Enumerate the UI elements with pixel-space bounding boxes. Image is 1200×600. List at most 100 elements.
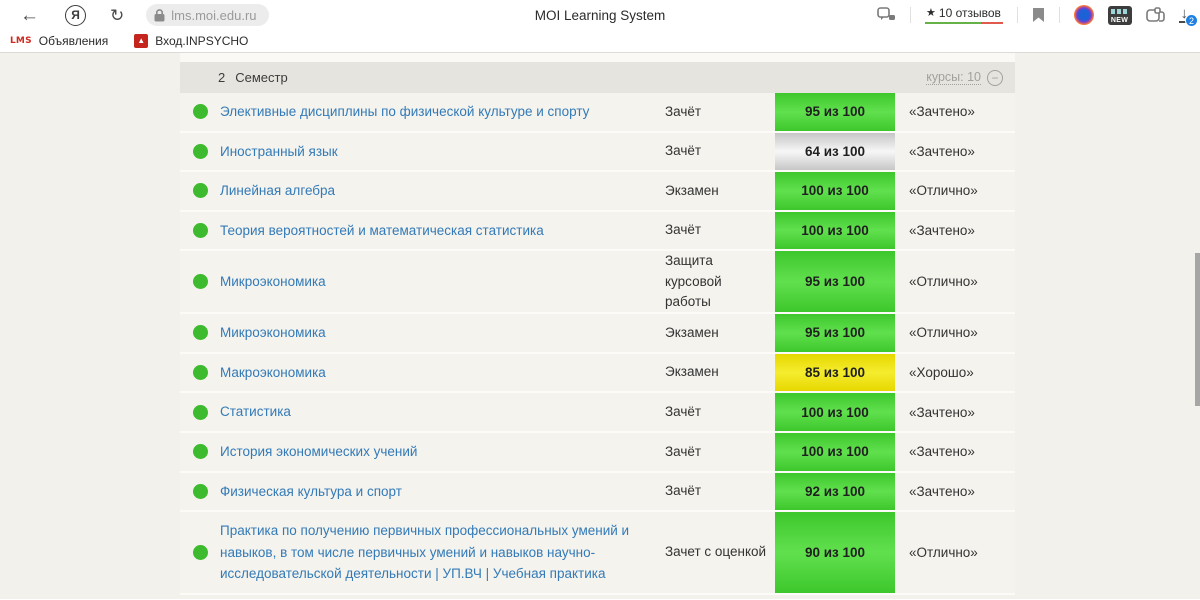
course-link[interactable]: Физическая культура и спорт [220,481,402,503]
score-cell: 100 из 100 [775,393,895,431]
score-value: 100 из 100 [801,223,869,239]
status-dot-icon [192,544,208,560]
address-bar[interactable]: lms.moi.edu.ru [146,4,269,26]
course-link[interactable]: Статистика [220,401,291,423]
semester-2-header: 2 Семестр курсы: 10 − [180,62,1015,93]
bookmark-icon[interactable] [1032,7,1045,23]
semester-number: 2 [218,70,226,85]
assessment-type: Защита курсовой работы [665,253,722,309]
table-row: Элективные дисциплины по физической куль… [180,93,1015,133]
divider [1058,7,1060,23]
assessment-type: Зачёт [665,483,702,499]
score-cell: 95 из 100 [775,93,895,131]
status-dot-icon [192,483,208,499]
score-cell: 64 из 100 [775,132,895,171]
downloads-badge: 2 [1185,14,1198,27]
course-link[interactable]: Макроэкономика [220,362,326,384]
status-dot-icon [192,274,208,290]
page-content: 2 Семестр курсы: 10 − Элективные дисципл… [0,53,1200,599]
star-icon: ★ [926,7,936,20]
lms-favicon: LMS [10,36,32,46]
table-row: Практика по получению первичных професси… [180,512,1015,595]
assessment-type: Зачёт [665,443,702,459]
grade-value: «Отлично» [909,325,978,341]
browser-toolbar: ← Я ↻ lms.moi.edu.ru MOI Learning System… [0,0,1200,30]
table-row: История экономических учений Зачёт 100 из … [180,432,1015,473]
table-row: Макроэкономика Экзамен 85 из 100 «Хорошо» [180,353,1015,394]
bookmark-item-announcements[interactable]: LMS Объявления [10,34,108,48]
course-link[interactable]: Практика по получению первичных професси… [220,520,655,585]
site-rating-icon[interactable] [876,7,896,23]
grade-value: «Зачтено» [909,223,975,239]
back-button[interactable]: ← [20,6,39,25]
score-value: 100 из 100 [801,404,869,420]
score-value: 92 из 100 [804,483,866,499]
course-link[interactable]: Теория вероятностей и математическая ста… [220,220,544,242]
reviews-count: 10 отзывов [938,5,1001,20]
lock-icon [154,8,165,21]
table-row: Физическая культура и спорт Зачёт 92 из 10… [180,472,1015,513]
reload-button[interactable]: ↻ [110,7,124,24]
assessment-type: Экзамен [665,324,719,340]
grade-value: «Зачтено» [909,143,975,159]
collections-icon[interactable] [1145,7,1165,23]
collapse-section-icon[interactable]: − [987,69,1003,86]
score-cell: 85 из 100 [775,353,895,392]
score-value: 100 из 100 [801,444,869,460]
assessment-type: Зачёт [665,222,702,238]
bookmark-item-login[interactable]: ▲ Вход.INPSYCHO [134,34,248,48]
course-link[interactable]: Линейная алгебра [220,180,335,202]
status-dot-icon [192,365,208,381]
grade-value: «Зачтено» [909,404,975,420]
grade-value: «Зачтено» [909,483,975,499]
score-cell: 100 из 100 [775,211,895,250]
grades-panel: 2 Семестр курсы: 10 − Элективные дисципл… [180,53,1015,600]
table-row: Микроэкономика Защита курсовой работы 95 и… [180,251,1015,315]
score-value: 95 из 100 [804,104,866,120]
assessment-type: Экзамен [665,182,719,198]
score-value: 100 из 100 [801,183,869,199]
status-dot-icon [192,183,208,199]
assessment-type: Экзамен [665,364,719,380]
status-dot-icon [192,325,208,341]
assessment-type: Зачёт [665,143,702,159]
grade-value: «Отлично» [909,183,978,199]
course-link[interactable]: Иностранный язык [220,141,338,163]
course-link[interactable]: Микроэкономика [220,271,326,293]
site-reviews[interactable]: ★ 10 отзывов [924,5,1003,25]
score-value: 95 из 100 [804,274,866,290]
score-cell: 95 из 100 [775,251,895,313]
scrollbar-thumb[interactable] [1195,253,1200,406]
score-cell: 95 из 100 [775,314,895,352]
extension-icon[interactable] [1073,5,1094,25]
score-cell: 90 из 100 [775,512,895,593]
screenshot-new-icon[interactable]: NEW [1107,5,1132,25]
table-row: Линейная алгебра Экзамен 100 из 100 «Отличн… [180,172,1015,212]
course-link[interactable]: История экономических учений [220,441,417,463]
courses-count-link[interactable]: курсы: 10 [926,70,981,85]
grade-value: «Отлично» [909,544,978,560]
yandex-logo-icon[interactable]: Я [65,4,86,26]
score-value: 64 из 100 [804,143,866,159]
url-text: lms.moi.edu.ru [171,7,257,23]
course-link[interactable]: Микроэкономика [220,322,326,344]
reviews-rating-bar [924,21,1003,25]
assessment-type: Зачёт [665,103,702,119]
status-dot-icon [192,223,208,239]
status-dot-icon [192,444,208,460]
table-row: Статистика Зачёт 100 из 100 «Зачтено» [180,393,1015,433]
downloads-button[interactable]: ↓ 2 [1178,6,1198,27]
bookmark-label: Объявления [38,34,109,48]
score-cell: 100 из 100 [775,172,895,210]
status-dot-icon [192,143,208,159]
grade-value: «Отлично» [909,274,978,290]
table-row: Теория вероятностей и математическая ста… [180,211,1015,252]
grade-value: «Зачтено» [909,104,975,120]
score-cell: 92 из 100 [775,472,895,511]
table-row: Иностранный язык Зачёт 64 из 100 «Зачтено» [180,132,1015,173]
semester-title: Семестр [235,70,288,85]
score-cell: 100 из 100 [775,432,895,471]
course-link[interactable]: Элективные дисциплины по физической куль… [220,101,589,123]
score-value: 85 из 100 [804,365,866,381]
score-value: 90 из 100 [804,544,866,560]
